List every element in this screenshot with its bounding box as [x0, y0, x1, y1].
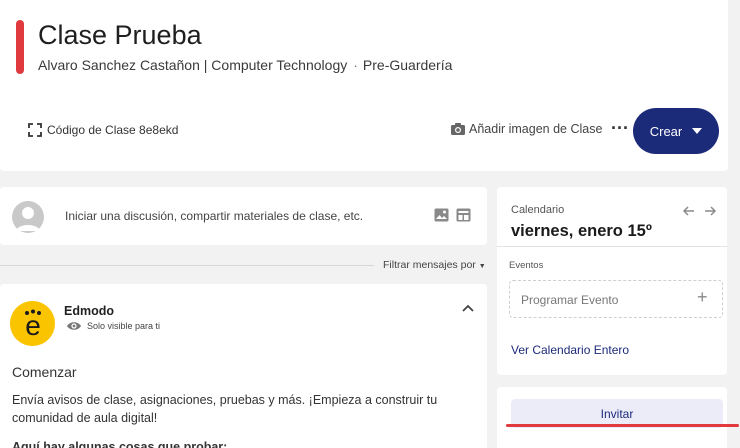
schedule-event-box[interactable]: Programar Evento +: [509, 280, 723, 318]
calendar-date: viernes, enero 15º: [511, 222, 652, 240]
add-class-image-label: Añadir imagen de Clase: [469, 122, 603, 136]
embed-icon[interactable]: [456, 208, 471, 222]
visibility-label: Solo visible para ti: [87, 321, 161, 331]
calendar-divider: [497, 246, 727, 247]
calendar-label: Calendario: [511, 204, 565, 216]
post-composer[interactable]: Iniciar una discusión, compartir materia…: [0, 187, 487, 245]
invite-button-label: Invitar: [600, 406, 634, 421]
class-title: Clase Prueba: [38, 20, 202, 50]
teacher-subject: Alvaro Sanchez Castañon | Computer Techn…: [38, 57, 348, 73]
eye-icon: [67, 322, 81, 330]
create-button[interactable]: Crear: [633, 108, 719, 154]
welcome-post: e Edmodo Solo visible para ti Comenzar E…: [0, 284, 487, 448]
class-code-label: Código de Clase 8e8ekd: [47, 123, 179, 137]
filter-messages-dropdown[interactable]: Filtrar mensajes por ▼: [383, 259, 486, 271]
post-author[interactable]: Edmodo: [64, 304, 114, 318]
subtitle-separator: ·: [353, 57, 358, 73]
user-avatar-icon: [12, 201, 44, 233]
plus-icon[interactable]: +: [697, 287, 708, 308]
class-subtitle: Alvaro Sanchez Castañon | Computer Techn…: [38, 57, 452, 73]
schedule-event-label: Programar Evento: [521, 293, 619, 307]
class-header: Clase Prueba Alvaro Sanchez Castañon | C…: [0, 0, 728, 171]
class-accent-bar: [16, 20, 24, 74]
post-body: Envía avisos de clase, asignaciones, pru…: [12, 393, 438, 425]
post-subheading: Aquí hay algunas cosas que probar:: [12, 440, 228, 448]
more-options-icon[interactable]: ···: [611, 118, 629, 139]
class-code[interactable]: Código de Clase 8e8ekd: [27, 122, 178, 138]
arrow-right-icon[interactable]: [704, 206, 717, 216]
post-visibility: Solo visible para ti: [66, 321, 160, 331]
image-icon[interactable]: [434, 208, 449, 222]
highlight-underline: [506, 424, 739, 427]
edmodo-logo-icon: e: [10, 301, 55, 346]
grade-level: Pre-Guardería: [362, 57, 453, 73]
calendar-widget: Calendario viernes, enero 15º Eventos Pr…: [497, 187, 727, 375]
filter-messages-label: Filtrar mensajes por: [383, 259, 476, 271]
caret-down-icon: [692, 128, 703, 134]
composer-placeholder[interactable]: Iniciar una discusión, compartir materia…: [65, 209, 363, 223]
post-heading: Comenzar: [12, 364, 77, 380]
invite-card: Invitar: [497, 387, 727, 448]
filter-caret-icon: ▼: [478, 263, 486, 270]
arrow-left-icon[interactable]: [682, 206, 695, 216]
view-full-calendar-link[interactable]: Ver Calendario Entero: [511, 343, 629, 357]
chevron-up-icon[interactable]: [462, 304, 474, 312]
scan-code-icon: [28, 123, 42, 137]
add-class-image-button[interactable]: Añadir imagen de Clase: [450, 122, 602, 136]
events-label: Eventos: [509, 260, 544, 271]
camera-icon: [451, 123, 465, 135]
feed-divider: [0, 265, 374, 266]
create-button-label: Crear: [649, 123, 683, 139]
